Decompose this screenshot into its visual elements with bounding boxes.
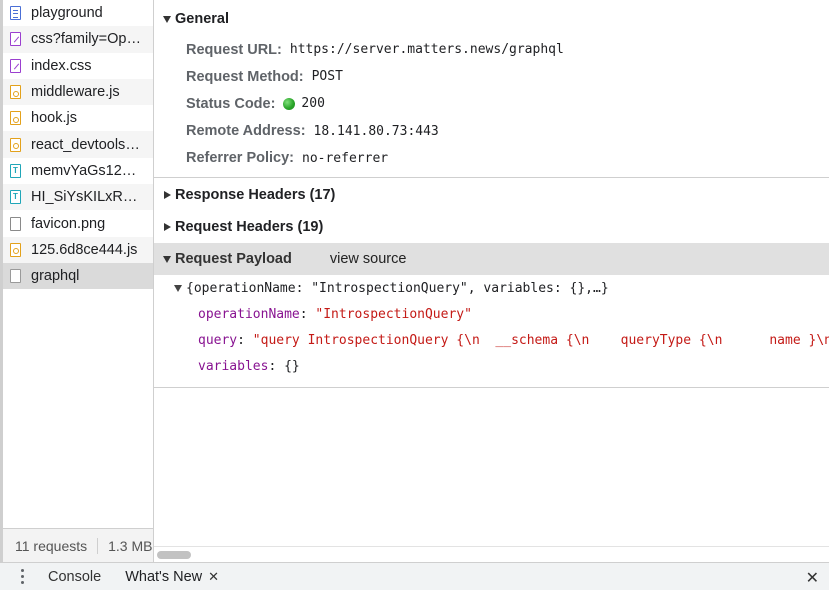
request-name: memvYaGs12MFjnnTyaHsb6LcTs	[31, 162, 143, 179]
request-row-125-6d8ce444-js[interactable]: 125.6d8ce444.js	[3, 236, 153, 263]
stylesheet-icon	[10, 58, 21, 73]
payload-tree: {operationName: "IntrospectionQuery", va…	[154, 275, 829, 388]
request-name: 125.6d8ce444.js	[31, 241, 138, 258]
payload-value: "query IntrospectionQuery {\n __schema {…	[252, 332, 829, 348]
request-list: playground css?family=Open+Sans index.css m…	[3, 0, 153, 290]
remote-address-label: Remote Address:	[186, 123, 306, 140]
payload-key: query	[198, 332, 238, 348]
request-headers-section-header[interactable]: Request Headers (19)	[154, 211, 829, 243]
payload-value: "IntrospectionQuery"	[315, 306, 472, 322]
font-icon: T	[10, 190, 21, 205]
stylesheet-icon	[10, 32, 21, 47]
expand-triangle-icon	[163, 15, 171, 23]
horizontal-scrollbar[interactable]	[154, 546, 829, 562]
expand-triangle-icon	[163, 255, 171, 263]
request-list-sidebar: playground css?family=Open+Sans index.css m…	[0, 0, 154, 562]
request-url-label: Request URL:	[186, 41, 282, 58]
status-code-label: Status Code:	[186, 95, 276, 112]
request-method-value: POST	[311, 69, 343, 85]
status-ok-icon	[283, 97, 296, 110]
tab-console[interactable]: Console	[48, 569, 101, 585]
request-name: HI_SiYsKILxRpg3hIP6sJ7fM7Pqlo	[31, 189, 143, 206]
status-code-row: Status Code: 200	[154, 90, 829, 117]
view-source-link[interactable]: view source	[330, 251, 407, 267]
status-code-value: 200	[301, 96, 325, 112]
request-payload-title: Request Payload	[175, 251, 292, 267]
script-icon	[10, 242, 21, 257]
general-title: General	[175, 11, 229, 27]
drawer-tab-bar: Console What's New ✕ ✕	[0, 562, 829, 590]
request-name: css?family=Open+Sans	[31, 31, 143, 48]
expand-triangle-icon	[174, 284, 182, 292]
request-name: react_devtools_backend.js	[31, 136, 143, 153]
request-name: index.css	[31, 57, 92, 74]
more-options-icon[interactable]	[12, 567, 32, 587]
request-name: graphql	[31, 268, 80, 285]
payload-value: {}	[284, 358, 300, 374]
script-icon	[10, 111, 21, 126]
script-icon	[10, 85, 21, 100]
referrer-policy-label: Referrer Policy:	[186, 150, 294, 167]
tab-whats-new[interactable]: What's New	[125, 569, 202, 585]
transfer-size: 1.3 MB	[108, 537, 153, 554]
payload-variables-row: variables: {}	[198, 358, 300, 374]
document-icon	[10, 6, 21, 21]
request-name: hook.js	[31, 110, 77, 127]
image-icon	[10, 216, 21, 231]
payload-root-node[interactable]: {operationName: "IntrospectionQuery", va…	[154, 275, 829, 301]
payload-query-row: query: "query IntrospectionQuery {\n __s…	[154, 327, 829, 353]
request-row-hook-js[interactable]: hook.js	[3, 105, 153, 131]
close-tab-icon[interactable]: ✕	[208, 569, 219, 585]
payload-key: operationName	[198, 306, 300, 322]
request-row-favicon-png[interactable]: favicon.png	[3, 210, 153, 236]
general-section-header[interactable]: General	[154, 0, 829, 36]
response-headers-title: Response Headers (17)	[175, 186, 336, 203]
request-row-react-devtools-backend-js[interactable]: react_devtools_backend.js	[3, 131, 153, 158]
request-row-index-css[interactable]: index.css	[3, 53, 153, 79]
request-name: favicon.png	[31, 215, 106, 232]
referrer-policy-value: no-referrer	[302, 150, 389, 166]
request-row-graphql[interactable]: graphql	[3, 262, 153, 290]
request-row-hi-siyskilxrpg3hip6sj7fm7pqlo[interactable]: T HI_SiYsKILxRpg3hIP6sJ7fM7Pqlo	[3, 184, 153, 211]
request-method-row: Request Method: POST	[154, 63, 829, 90]
devtools-network-panel: playground css?family=Open+Sans index.css m…	[0, 0, 829, 590]
request-url-value: https://server.matters.news/graphql	[289, 42, 564, 58]
request-name: middleware.js	[31, 84, 120, 101]
response-headers-section-header[interactable]: Response Headers (17)	[154, 178, 829, 211]
referrer-policy-row: Referrer Policy: no-referrer	[154, 145, 829, 172]
collapse-triangle-icon	[164, 190, 171, 199]
payload-key: variables	[198, 358, 269, 374]
remote-address-value: 18.141.80.73:443	[313, 123, 439, 139]
status-bar: 11 requests 1.3 MB	[3, 528, 153, 562]
request-name: playground	[31, 5, 103, 22]
close-drawer-icon[interactable]: ✕	[806, 568, 819, 588]
payload-operation-name-row: operationName: "IntrospectionQuery"	[198, 306, 472, 322]
request-detail-pane: General Request URL: https://server.matt…	[154, 0, 829, 562]
request-count: 11 requests	[3, 537, 99, 554]
font-icon: T	[10, 163, 21, 178]
payload-summary: {operationName: "IntrospectionQuery", va…	[186, 280, 609, 296]
blank-file-icon	[10, 269, 21, 284]
request-payload-section-header[interactable]: Request Payload view source	[154, 243, 829, 275]
collapse-triangle-icon	[164, 223, 171, 231]
request-row-memvyags12mfjnntyahsb6lcts[interactable]: TmemvYaGs12MFjnnTyaHsb6LcTs	[3, 158, 153, 184]
request-row-middleware-js[interactable]: middleware.js	[3, 78, 153, 106]
general-section: General Request URL: https://server.matt…	[154, 0, 829, 178]
request-row-css-family-open-sans[interactable]: css?family=Open+Sans	[3, 26, 153, 53]
request-headers-title: Request Headers (19)	[175, 219, 324, 235]
request-method-label: Request Method:	[186, 68, 304, 85]
request-url-row: Request URL: https://server.matters.news…	[154, 36, 829, 63]
remote-address-row: Remote Address: 18.141.80.73:443	[154, 118, 829, 145]
script-icon	[10, 137, 21, 152]
scrollbar-thumb[interactable]	[157, 551, 191, 559]
request-row-playground[interactable]: playground	[3, 0, 153, 26]
